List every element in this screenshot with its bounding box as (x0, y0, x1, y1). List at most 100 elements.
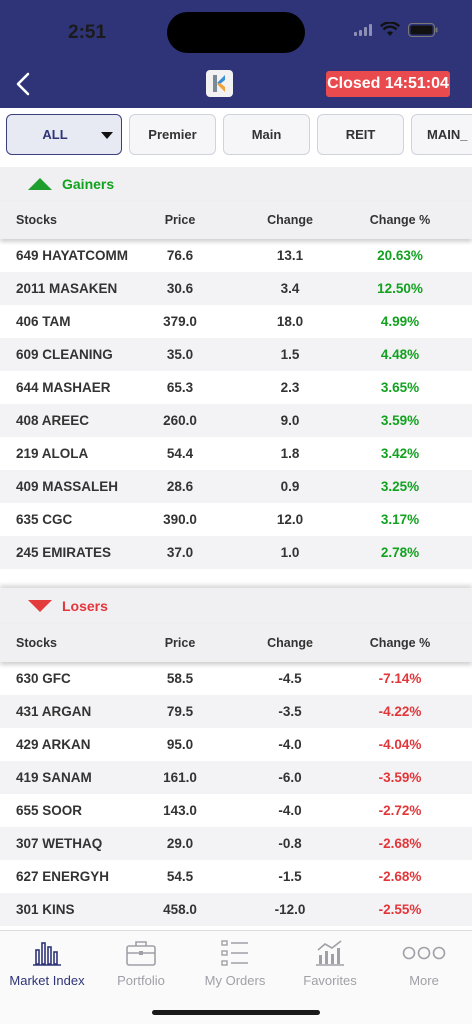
col-price: Price (164, 213, 196, 227)
change-value: -4.5 (278, 671, 302, 686)
price-value: 143.0 (163, 803, 197, 818)
change-value: -12.0 (274, 902, 306, 917)
change-pct-value: 12.50% (377, 281, 423, 296)
table-row[interactable]: 2011 MASAKEN 30.6 3.4 12.50% (0, 272, 472, 305)
market-status-badge: Closed 14:51:04 (326, 71, 450, 97)
table-row[interactable]: 419 SANAM 161.0 -6.0 -3.59% (0, 761, 472, 794)
gainers-list: 649 HAYATCOMM 76.6 13.1 20.63% 2011 MASAKEN 3… (0, 239, 472, 569)
stock-name: 429 ARKAN (16, 737, 91, 752)
table-row[interactable]: 409 MASSALEH 28.6 0.9 3.25% (0, 470, 472, 503)
price-value: 54.4 (166, 446, 194, 461)
status-icons (354, 22, 438, 37)
gainers-title: Gainers (62, 176, 115, 192)
tab-market-index[interactable]: Market Index (0, 937, 94, 988)
change-pct-value: 3.17% (380, 512, 420, 527)
filter-main-underscore[interactable]: MAIN_ (411, 114, 472, 155)
price-value: 379.0 (163, 314, 197, 329)
table-row[interactable]: 609 CLEANING 35.0 1.5 4.48% (0, 338, 472, 371)
change-value: -4.0 (278, 737, 302, 752)
tab-label: More (409, 973, 439, 988)
table-row[interactable]: 408 AREEC 260.0 9.0 3.59% (0, 404, 472, 437)
table-row[interactable]: 644 MASHAER 65.3 2.3 3.65% (0, 371, 472, 404)
table-row[interactable]: 406 TAM 379.0 18.0 4.99% (0, 305, 472, 338)
table-row[interactable]: 635 CGC 390.0 12.0 3.17% (0, 503, 472, 536)
wifi-icon (380, 22, 400, 36)
filter-premier[interactable]: Premier (129, 114, 216, 155)
table-row[interactable]: 655 SOOR 143.0 -4.0 -2.72% (0, 794, 472, 827)
tab-favorites[interactable]: Favorites (283, 937, 377, 988)
list-icon (221, 940, 248, 966)
gainers-column-header: Stocks Price Change Change % (0, 201, 472, 239)
change-pct-value: 4.48% (380, 347, 420, 362)
stock-name: 627 ENERGYH (16, 869, 110, 884)
change-pct-value: 3.25% (380, 479, 420, 494)
change-pct-value: -2.68% (378, 836, 422, 851)
stock-name: 419 SANAM (16, 770, 92, 785)
filter-reit[interactable]: REIT (317, 114, 404, 155)
stock-name: 431 ARGAN (16, 704, 92, 719)
price-value: 260.0 (163, 413, 197, 428)
losers-header: Losers (0, 588, 472, 624)
change-value: 13.1 (276, 248, 304, 263)
price-value: 76.6 (166, 248, 194, 263)
triangle-up-icon (28, 178, 52, 190)
status-time: 2:51 (68, 22, 107, 43)
change-pct-value: -2.72% (378, 803, 422, 818)
table-row[interactable]: 630 GFC 58.5 -4.5 -7.14% (0, 662, 472, 695)
col-price: Price (164, 636, 196, 650)
back-arrow-icon[interactable] (12, 70, 36, 98)
change-pct-value: -4.22% (378, 704, 422, 719)
col-change: Change (267, 213, 313, 227)
stock-name: 307 WETHAQ (16, 836, 103, 851)
table-row[interactable]: 301 KINS 458.0 -12.0 -2.55% (0, 893, 472, 926)
change-pct-value: 20.63% (377, 248, 423, 263)
price-value: 58.5 (166, 671, 194, 686)
stock-name: 649 HAYATCOMM (16, 248, 129, 263)
col-change-pct: Change % (369, 213, 431, 227)
stock-name: 219 ALOLA (16, 446, 89, 461)
losers-list: 630 GFC 58.5 -4.5 -7.14% 431 ARGAN 79.5 -3.5 -4… (0, 662, 472, 930)
price-value: 65.3 (166, 380, 194, 395)
price-value: 37.0 (166, 545, 194, 560)
tab-more[interactable]: More (377, 937, 471, 988)
table-row[interactable]: 431 ARGAN 79.5 -3.5 -4.22% (0, 695, 472, 728)
table-row[interactable]: 245 EMIRATES 37.0 1.0 2.78% (0, 536, 472, 569)
change-value: -4.0 (278, 803, 302, 818)
price-value: 79.5 (166, 704, 194, 719)
change-value: 12.0 (276, 512, 304, 527)
change-value: -0.8 (278, 836, 302, 851)
change-value: 9.0 (280, 413, 300, 428)
tab-label: Market Index (9, 973, 85, 988)
change-value: 2.3 (280, 380, 300, 395)
change-value: 3.4 (280, 281, 300, 296)
price-value: 390.0 (163, 512, 197, 527)
change-pct-value: 4.99% (380, 314, 420, 329)
table-row[interactable]: 627 ENERGYH 54.5 -1.5 -2.68% (0, 860, 472, 893)
change-value: -6.0 (278, 770, 302, 785)
filter-label: ALL (42, 127, 68, 142)
change-value: 1.5 (280, 347, 300, 362)
table-row[interactable]: 307 WETHAQ 29.0 -0.8 -2.68% (0, 827, 472, 860)
table-row[interactable]: 219 ALOLA 54.4 1.8 3.42% (0, 437, 472, 470)
tab-my-orders[interactable]: My Orders (188, 937, 282, 988)
losers-column-header: Stocks Price Change Change % (0, 624, 472, 662)
table-row[interactable]: 649 HAYATCOMM 76.6 13.1 20.63% (0, 239, 472, 272)
stock-name: 655 SOOR (16, 803, 83, 818)
filter-main[interactable]: Main (223, 114, 310, 155)
stock-name: 630 GFC (16, 671, 71, 686)
caret-down-icon (101, 132, 113, 139)
signal-icon (354, 23, 372, 36)
change-value: 1.8 (280, 446, 300, 461)
change-value: 18.0 (276, 314, 304, 329)
col-change: Change (267, 636, 313, 650)
gainers-header: Gainers (0, 167, 472, 201)
table-row[interactable]: 429 ARKAN 95.0 -4.0 -4.04% (0, 728, 472, 761)
tab-portfolio[interactable]: Portfolio (94, 937, 188, 988)
stock-name: 245 EMIRATES (16, 545, 112, 560)
col-stocks: Stocks (16, 213, 57, 227)
filter-all-dropdown[interactable]: ALL (6, 114, 122, 155)
price-value: 54.5 (166, 869, 194, 884)
market-filter-bar: ALL Premier Main REIT MAIN_ (6, 114, 472, 158)
change-pct-value: 3.65% (380, 380, 420, 395)
battery-icon (408, 22, 438, 37)
